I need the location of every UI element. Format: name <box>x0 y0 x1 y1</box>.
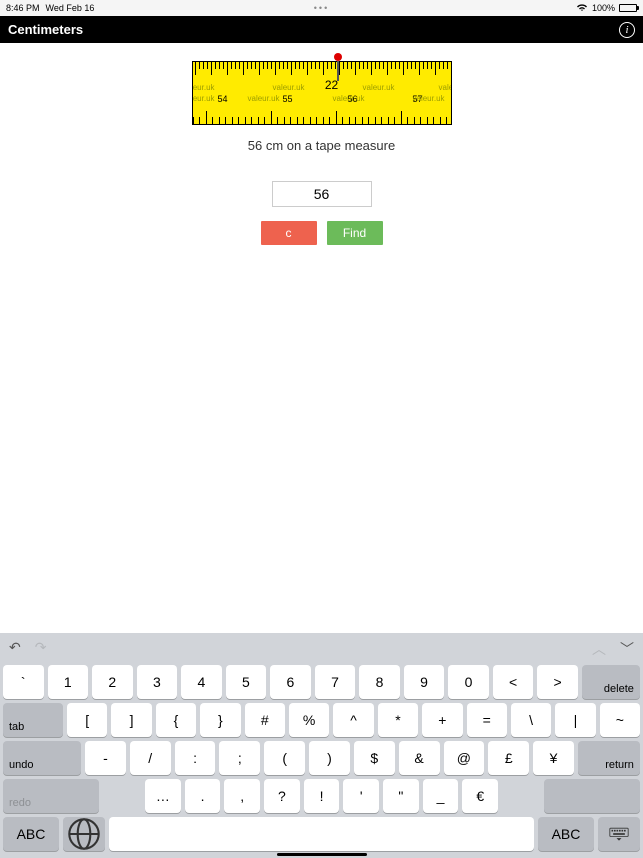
key-abc[interactable]: ABC <box>538 817 594 851</box>
wifi-icon <box>576 3 588 14</box>
key-6[interactable]: 6 <box>270 665 311 699</box>
collapse-up-icon[interactable]: ︿ <box>592 639 606 659</box>
key-[interactable]: ` <box>3 665 44 699</box>
status-date: Wed Feb 16 <box>46 3 95 13</box>
key-[interactable]: - <box>85 741 126 775</box>
find-button[interactable]: Find <box>327 221 383 245</box>
multitask-dots: ••• <box>314 3 329 13</box>
shift-key[interactable] <box>544 779 640 813</box>
key-[interactable]: # <box>245 703 285 737</box>
key-4[interactable]: 4 <box>181 665 222 699</box>
key-3[interactable]: 3 <box>137 665 178 699</box>
key-[interactable]: £ <box>488 741 529 775</box>
key-[interactable]: [ <box>67 703 107 737</box>
hide-keyboard-key[interactable] <box>598 817 640 851</box>
info-icon[interactable]: i <box>619 22 635 38</box>
key-[interactable]: … <box>145 779 181 813</box>
key-[interactable]: = <box>467 703 507 737</box>
key-[interactable]: } <box>200 703 240 737</box>
key-[interactable]: _ <box>423 779 459 813</box>
key-[interactable]: $ <box>354 741 395 775</box>
clear-button[interactable]: c <box>261 221 317 245</box>
collapse-down-icon[interactable]: ﹀ <box>620 639 634 659</box>
key-redo[interactable]: redo <box>3 779 99 813</box>
key-2[interactable]: 2 <box>92 665 133 699</box>
key-abc[interactable]: ABC <box>3 817 59 851</box>
key-[interactable]: % <box>289 703 329 737</box>
key-[interactable]: ^ <box>333 703 373 737</box>
key-[interactable]: " <box>383 779 419 813</box>
key-[interactable]: < <box>493 665 534 699</box>
key-delete[interactable]: delete <box>582 665 640 699</box>
value-input[interactable] <box>272 181 372 207</box>
key-[interactable]: \ <box>511 703 551 737</box>
key-[interactable]: / <box>130 741 171 775</box>
marker-pin-icon <box>334 53 342 81</box>
home-indicator[interactable] <box>277 853 367 856</box>
key-[interactable]: . <box>185 779 221 813</box>
key-[interactable]: € <box>462 779 498 813</box>
key-0[interactable]: 0 <box>448 665 489 699</box>
key-[interactable]: > <box>537 665 578 699</box>
nav-bar: Centimeters i <box>0 16 643 43</box>
tape-measure: valeur.ukvaleur.ukvaleur.ukvaleur.uk22 5… <box>192 61 452 125</box>
key-8[interactable]: 8 <box>359 665 400 699</box>
key-[interactable]: ( <box>264 741 305 775</box>
key-[interactable]: ' <box>343 779 379 813</box>
key-7[interactable]: 7 <box>315 665 356 699</box>
status-time: 8:46 PM <box>6 3 40 13</box>
keyboard: ↶ ↷ ︿ ﹀ `1234567890<>delete tab[]{}#%^*+… <box>0 633 643 858</box>
key-[interactable]: ; <box>219 741 260 775</box>
key-[interactable]: ~ <box>600 703 640 737</box>
key-[interactable]: | <box>555 703 595 737</box>
space-key[interactable] <box>109 817 534 851</box>
key-[interactable]: @ <box>444 741 485 775</box>
key-[interactable]: ] <box>111 703 151 737</box>
status-bar: 8:46 PM Wed Feb 16 ••• 100% <box>0 0 643 16</box>
battery-icon <box>619 4 637 12</box>
key-[interactable]: ) <box>309 741 350 775</box>
key-[interactable]: { <box>156 703 196 737</box>
tape-caption: 56 cm on a tape measure <box>0 138 643 153</box>
redo-arrow-icon[interactable]: ↷ <box>35 639 47 659</box>
key-[interactable]: & <box>399 741 440 775</box>
page-title: Centimeters <box>8 22 83 37</box>
key-return[interactable]: return <box>578 741 640 775</box>
key-[interactable]: * <box>378 703 418 737</box>
key-1[interactable]: 1 <box>48 665 89 699</box>
key-[interactable]: + <box>422 703 462 737</box>
key-[interactable]: ! <box>304 779 340 813</box>
key-[interactable]: ? <box>264 779 300 813</box>
globe-key[interactable] <box>63 817 105 851</box>
key-undo[interactable]: undo <box>3 741 81 775</box>
key-9[interactable]: 9 <box>404 665 445 699</box>
battery-pct: 100% <box>592 3 615 13</box>
key-5[interactable]: 5 <box>226 665 267 699</box>
undo-arrow-icon[interactable]: ↶ <box>9 639 21 659</box>
key-[interactable]: ¥ <box>533 741 574 775</box>
key-[interactable]: , <box>224 779 260 813</box>
key-tab[interactable]: tab <box>3 703 63 737</box>
key-[interactable]: : <box>175 741 216 775</box>
content: valeur.ukvaleur.ukvaleur.ukvaleur.uk22 5… <box>0 43 643 245</box>
